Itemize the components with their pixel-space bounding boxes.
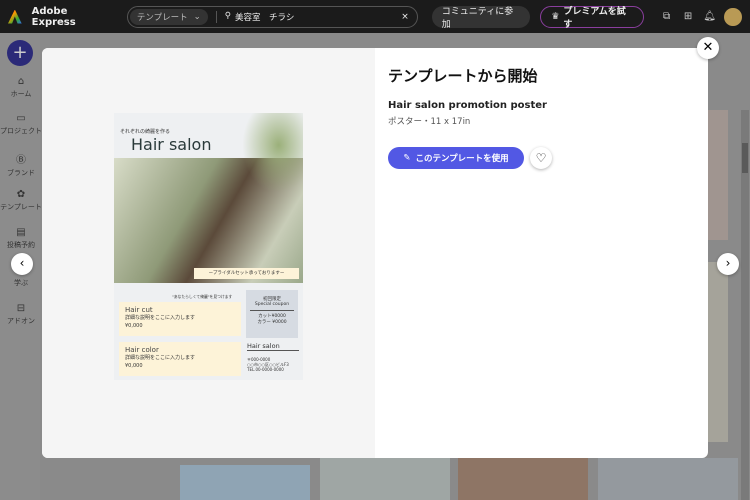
sidebar-item-home[interactable]: ⌂ ホーム — [0, 76, 42, 99]
sidebar-item-addons[interactable]: ⊟ アドオン — [0, 303, 42, 326]
next-template-button[interactable]: › — [717, 253, 739, 275]
template-icon: ✿ — [16, 189, 26, 200]
preview-pane: それぞれの綺麗を作る Hair salon ープライダルセット承っておりますー … — [42, 48, 375, 458]
sidebar-label: テンプレート — [0, 203, 42, 211]
poster-address: 〒000-0000 ○○市○○区○○ビルF3 TEL.00-0000-0000 — [247, 357, 289, 372]
heart-icon: ♡ — [535, 151, 547, 165]
community-button[interactable]: コミュニティに参加 — [431, 5, 531, 30]
use-template-label: このテンプレートを使用 — [415, 154, 509, 164]
address-line: TEL.00-0000-0000 — [247, 367, 284, 372]
template-thumbnail[interactable] — [708, 110, 728, 240]
create-button[interactable]: + — [7, 40, 33, 66]
search-scope-label: テンプレート — [136, 12, 188, 23]
template-thumbnail[interactable] — [180, 465, 310, 500]
template-thumbnail[interactable] — [458, 458, 588, 500]
poster-footer-name: Hair salon — [247, 342, 299, 351]
close-modal-button[interactable]: ✕ — [697, 37, 719, 59]
brand-icon: Ⓑ — [16, 155, 26, 166]
search-input[interactable]: 美容室 チラシ — [235, 11, 294, 23]
bell-icon[interactable]: 🔔︎ — [701, 11, 719, 22]
coupon-sub: Special coupon — [254, 302, 290, 307]
poster-coupon: 初回限定 Special coupon カット¥0000 カラー ¥0000 — [246, 290, 298, 338]
modal-heading: テンプレートから開始 — [388, 67, 538, 85]
calendar-icon: ▤ — [16, 227, 26, 238]
close-icon: ✕ — [702, 40, 714, 55]
sidebar-label: プロジェクト — [0, 127, 42, 135]
crown-icon: ♛ — [551, 11, 560, 22]
template-thumbnail[interactable] — [708, 262, 728, 442]
template-meta: ポスター・11 x 17in — [388, 117, 471, 127]
poster-preview: それぞれの綺麗を作る Hair salon ープライダルセット承っておりますー … — [114, 113, 303, 380]
pencil-icon: ✎ — [403, 153, 411, 163]
folder-icon: ▭ — [16, 113, 26, 124]
scrollbar[interactable] — [741, 110, 749, 500]
sidebar-label: アドオン — [7, 317, 35, 325]
poster-title: Hair salon — [131, 135, 212, 154]
adobe-logo-icon[interactable] — [8, 9, 22, 24]
template-thumbnail[interactable] — [598, 458, 738, 500]
item-price: ¥0,000 — [125, 323, 143, 329]
item-desc: 詳細な説明をここに入力します — [125, 355, 196, 361]
coupon-line: カラー ¥0000 — [257, 320, 287, 325]
template-name: Hair salon promotion poster — [388, 100, 547, 111]
item-name: Hair color — [125, 346, 159, 354]
premium-label: プレミアムを試す — [563, 6, 626, 30]
clear-search-icon[interactable]: × — [395, 12, 415, 22]
addon-icon: ⊟ — [16, 303, 26, 314]
sidebar-item-brand[interactable]: Ⓑ ブランド — [0, 151, 42, 178]
item-desc: 詳細な説明をここに入力します — [125, 315, 196, 321]
poster-menu-item: Hair cut 詳細な説明をここに入力します ¥0,000 — [119, 302, 241, 336]
leaf-decoration — [242, 113, 303, 193]
chevron-down-icon: ⌄ — [193, 11, 201, 22]
poster-quote: "あなたらしくて綺麗"を見つけます — [172, 294, 233, 299]
share-icon[interactable]: ⧉ — [658, 11, 676, 22]
poster-banner: ープライダルセット承っておりますー — [194, 268, 299, 279]
search-scope-dropdown[interactable]: テンプレート ⌄ — [129, 8, 208, 25]
poster-tagline: それぞれの綺麗を作る — [120, 129, 171, 135]
chevron-left-icon: ‹ — [19, 256, 25, 270]
sidebar-label: ブランド — [7, 169, 35, 177]
sidebar-label: 学ぶ — [14, 279, 28, 287]
poster-menu-item: Hair color 詳細な説明をここに入力します ¥0,000 — [119, 342, 241, 376]
sidebar-item-projects[interactable]: ▭ プロジェクト — [0, 113, 42, 136]
item-name: Hair cut — [125, 306, 153, 314]
top-bar: Adobe Express テンプレート ⌄ ⚲ 美容室 チラシ × コミュニティに… — [0, 0, 750, 33]
sidebar-label: ホーム — [10, 90, 32, 98]
previous-template-button[interactable]: ‹ — [11, 253, 33, 275]
sidebar-item-templates[interactable]: ✿ テンプレート — [0, 189, 42, 212]
search-icon: ⚲ — [224, 10, 231, 21]
premium-button[interactable]: ♛ プレミアムを試す — [540, 5, 644, 30]
favorite-button[interactable]: ♡ — [530, 147, 552, 169]
sidebar-item-schedule[interactable]: ▤ 投稿予約 — [0, 227, 42, 250]
scrollbar-thumb[interactable] — [742, 143, 748, 173]
home-icon: ⌂ — [17, 76, 25, 87]
apps-grid-icon[interactable]: ⊞ — [679, 11, 697, 22]
template-thumbnail[interactable] — [320, 458, 450, 500]
app-name[interactable]: Adobe Express — [32, 6, 113, 28]
search-bar: テンプレート ⌄ ⚲ 美容室 チラシ × — [126, 5, 418, 28]
sidebar-label: 投稿予約 — [7, 241, 35, 249]
avatar[interactable] — [724, 7, 742, 26]
chevron-right-icon: › — [725, 256, 731, 270]
template-preview-modal: それぞれの綺麗を作る Hair salon ープライダルセット承っておりますー … — [42, 48, 708, 458]
item-price: ¥0,000 — [125, 363, 143, 369]
use-template-button[interactable]: ✎ このテンプレートを使用 — [388, 147, 524, 169]
